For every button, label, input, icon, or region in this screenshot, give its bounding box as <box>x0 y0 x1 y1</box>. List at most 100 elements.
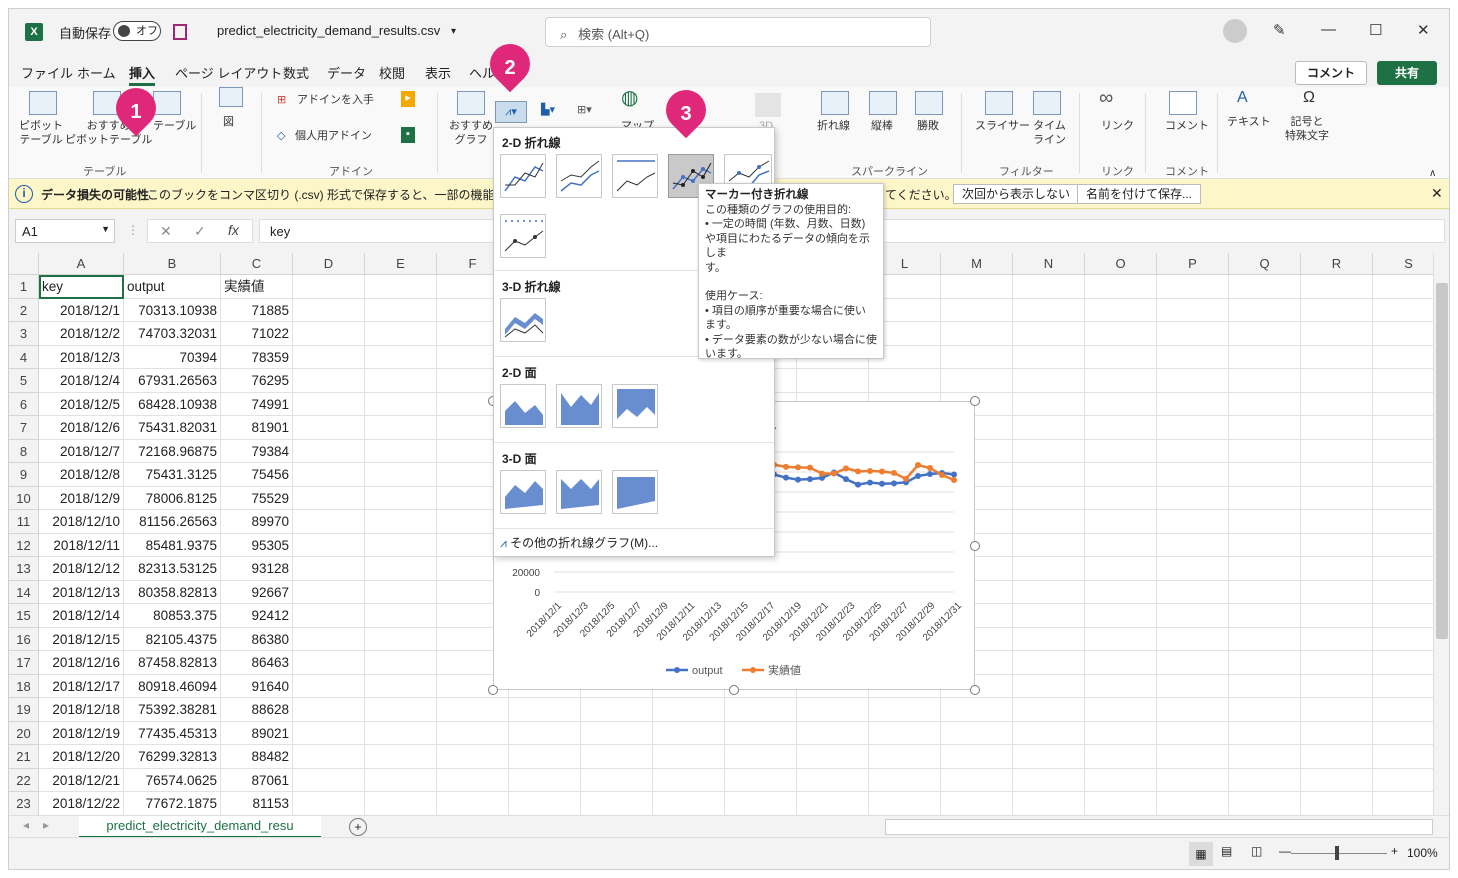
cell[interactable] <box>1157 651 1229 675</box>
cell[interactable] <box>1157 322 1229 346</box>
column-header[interactable]: S <box>1373 253 1433 275</box>
cell[interactable]: 実績値 <box>221 275 293 299</box>
cell[interactable] <box>1229 345 1301 369</box>
cell[interactable] <box>293 627 365 651</box>
column-header[interactable]: M <box>941 253 1013 275</box>
cell[interactable]: 2018/12/12 <box>39 557 124 581</box>
cell[interactable] <box>653 745 725 769</box>
cell[interactable]: 74991 <box>221 392 293 416</box>
cell[interactable] <box>1301 533 1373 557</box>
cell[interactable] <box>509 698 581 722</box>
cell[interactable] <box>293 580 365 604</box>
cell[interactable] <box>1085 768 1157 792</box>
cell[interactable] <box>1013 768 1085 792</box>
cell[interactable]: 2018/12/2 <box>39 322 124 346</box>
cell[interactable] <box>1085 651 1157 675</box>
row-header[interactable]: 4 <box>9 345 39 369</box>
cell[interactable] <box>293 745 365 769</box>
normal-view-icon[interactable]: ▦ <box>1189 842 1213 866</box>
cell[interactable]: 2018/12/8 <box>39 463 124 487</box>
cell[interactable] <box>1373 487 1433 510</box>
row-header[interactable]: 19 <box>9 698 39 722</box>
cell[interactable] <box>1301 745 1373 769</box>
cell[interactable] <box>725 698 797 722</box>
cell[interactable] <box>1013 392 1085 416</box>
cell[interactable] <box>1373 416 1433 440</box>
cell[interactable] <box>1013 298 1085 322</box>
cell[interactable] <box>797 721 869 745</box>
cell[interactable] <box>1373 604 1433 628</box>
cell[interactable] <box>293 463 365 487</box>
cell[interactable] <box>1157 486 1229 510</box>
tab-data[interactable]: データ <box>327 63 366 82</box>
cell[interactable] <box>509 792 581 815</box>
tab-home[interactable]: ホーム <box>77 63 116 82</box>
add-sheet-icon[interactable]: + <box>349 818 367 836</box>
cell[interactable] <box>1157 439 1229 463</box>
cell[interactable] <box>1013 510 1085 534</box>
cell[interactable]: 70313.10938 <box>124 298 221 322</box>
cell[interactable] <box>1085 604 1157 628</box>
cell[interactable] <box>1301 298 1373 322</box>
cell[interactable] <box>1229 439 1301 463</box>
cell[interactable] <box>1013 721 1085 745</box>
cell[interactable]: 2018/12/19 <box>39 721 124 745</box>
cell[interactable] <box>1301 345 1373 369</box>
cell[interactable] <box>869 768 941 792</box>
cell[interactable] <box>653 792 725 815</box>
stacked-line-option[interactable] <box>556 154 602 198</box>
cell[interactable]: 87061 <box>221 768 293 792</box>
function-icon[interactable]: fx <box>228 222 239 238</box>
dont-show-again-button[interactable]: 次回から表示しない <box>953 184 1080 204</box>
cell[interactable] <box>1301 392 1373 416</box>
cell[interactable] <box>797 698 869 722</box>
cell[interactable]: 2018/12/1 <box>39 298 124 322</box>
cell[interactable] <box>1157 369 1229 393</box>
cell[interactable] <box>1229 369 1301 393</box>
cell[interactable]: 2018/12/13 <box>39 580 124 604</box>
cell[interactable] <box>437 792 509 815</box>
cell[interactable] <box>509 768 581 792</box>
comment-insert-button[interactable]: コメント <box>1165 119 1209 133</box>
cell[interactable] <box>1085 557 1157 581</box>
cell[interactable]: 80918.46094 <box>124 674 221 698</box>
cell[interactable] <box>1229 322 1301 346</box>
cell[interactable] <box>1229 674 1301 698</box>
cell[interactable] <box>437 745 509 769</box>
cell[interactable] <box>1085 627 1157 651</box>
stacked-area-option[interactable] <box>556 384 602 428</box>
close-icon[interactable]: ✕ <box>1417 21 1430 39</box>
cell[interactable]: 67931.26563 <box>124 369 221 393</box>
page-layout-view-icon[interactable]: ▤ <box>1221 844 1232 858</box>
column-header[interactable]: E <box>365 253 437 275</box>
cell[interactable] <box>509 721 581 745</box>
cell[interactable] <box>1301 604 1373 628</box>
cell[interactable] <box>869 745 941 769</box>
pen-icon[interactable]: ✎ <box>1273 21 1286 39</box>
cell[interactable] <box>1157 792 1229 815</box>
cell[interactable] <box>941 792 1013 815</box>
maximize-icon[interactable]: ☐ <box>1369 21 1382 39</box>
row-header[interactable]: 10 <box>9 486 39 510</box>
cell[interactable]: 81901 <box>221 416 293 440</box>
recommended-chart-button[interactable]: おすすめ グラフ <box>449 119 493 147</box>
cell[interactable] <box>1373 393 1433 416</box>
cell[interactable] <box>1301 674 1373 698</box>
row-header[interactable]: 5 <box>9 369 39 393</box>
column-header[interactable]: A <box>39 253 124 275</box>
cell[interactable] <box>293 392 365 416</box>
chart-resize-handle[interactable] <box>729 685 739 695</box>
zoom-slider-thumb[interactable] <box>1335 846 1339 860</box>
cell[interactable] <box>365 792 437 815</box>
share-button[interactable]: 共有 <box>1377 61 1437 85</box>
row-header[interactable]: 2 <box>9 298 39 322</box>
prev-sheet-icon[interactable]: ◂ <box>23 818 29 832</box>
zoom-slider[interactable] <box>1291 853 1387 854</box>
cell[interactable] <box>1301 627 1373 651</box>
column-header[interactable]: B <box>124 253 221 275</box>
cell[interactable] <box>365 510 437 534</box>
cell[interactable] <box>725 745 797 769</box>
cell[interactable] <box>509 745 581 769</box>
tab-page-layout[interactable]: ページ レイアウト <box>175 63 282 82</box>
cell[interactable] <box>1301 463 1373 487</box>
